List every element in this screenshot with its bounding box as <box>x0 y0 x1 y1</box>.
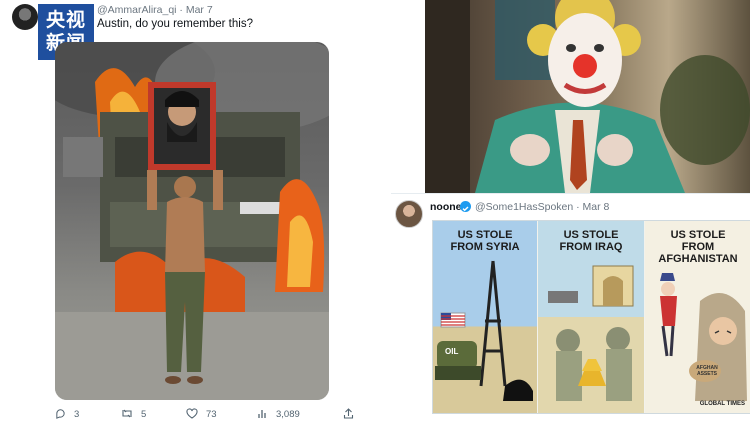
oil-label: OIL <box>445 347 459 356</box>
reply-icon <box>56 409 65 419</box>
cartoon-signature: GLOBAL TIMES <box>699 401 745 407</box>
uncle-sam-child-illustration <box>660 273 747 401</box>
editorial-cartoon[interactable]: US STOLE FROM SYRIA OIL US STOLE FROM IR… <box>432 220 750 414</box>
tweet-author[interactable]: noone <box>430 201 462 213</box>
retweet-button[interactable]: 5 <box>121 408 146 420</box>
oil-derrick-illustration <box>435 260 533 401</box>
share-icon <box>343 408 354 419</box>
afghan-assets-label: AFGHAN ASSETS <box>696 365 718 377</box>
cartoon-panel-iraq: US STOLE FROM IRAQ <box>538 221 644 413</box>
tweet-photo[interactable] <box>55 42 329 400</box>
avatar[interactable] <box>12 4 38 30</box>
avatar[interactable] <box>395 200 423 228</box>
retweet-icon <box>122 409 132 418</box>
cartoon-panel-syria: US STOLE FROM SYRIA OIL <box>433 221 537 413</box>
soldiers-gold-illustration <box>548 265 634 401</box>
reply-count: 3 <box>74 409 80 420</box>
video-frame[interactable] <box>425 0 750 193</box>
logo-line-1: 央视 <box>45 9 86 31</box>
share-button[interactable] <box>343 408 362 420</box>
clown-video-illustration <box>425 0 750 193</box>
verified-icon <box>460 201 471 212</box>
views-icon <box>258 410 266 418</box>
reply-button[interactable]: 3 <box>55 408 79 420</box>
like-count: 73 <box>206 409 217 420</box>
retweet-count: 5 <box>141 409 147 420</box>
cartoon-panel-afghanistan: US STOLE FROM AFGHANISTAN AFGHAN ASSETS … <box>645 221 750 413</box>
tweet-action-bar: 3 5 73 3,089 <box>55 408 385 422</box>
tweet-handle[interactable]: @AmmarAlira_qi · Mar 7 <box>97 4 213 16</box>
views-count: 3,089 <box>276 409 300 420</box>
views-button[interactable]: 3,089 <box>257 408 300 420</box>
like-button[interactable]: 73 <box>186 408 217 420</box>
like-icon <box>186 408 198 419</box>
tweet-handle[interactable]: @Some1HasSpoken · Mar 8 <box>475 201 609 213</box>
protest-photo-illustration <box>55 42 329 400</box>
left-tweet: 央视 新闻 @AmmarAlira_qi · Mar 7 Austin, do … <box>0 0 388 422</box>
tweet-text: Austin, do you remember this? <box>97 18 253 30</box>
